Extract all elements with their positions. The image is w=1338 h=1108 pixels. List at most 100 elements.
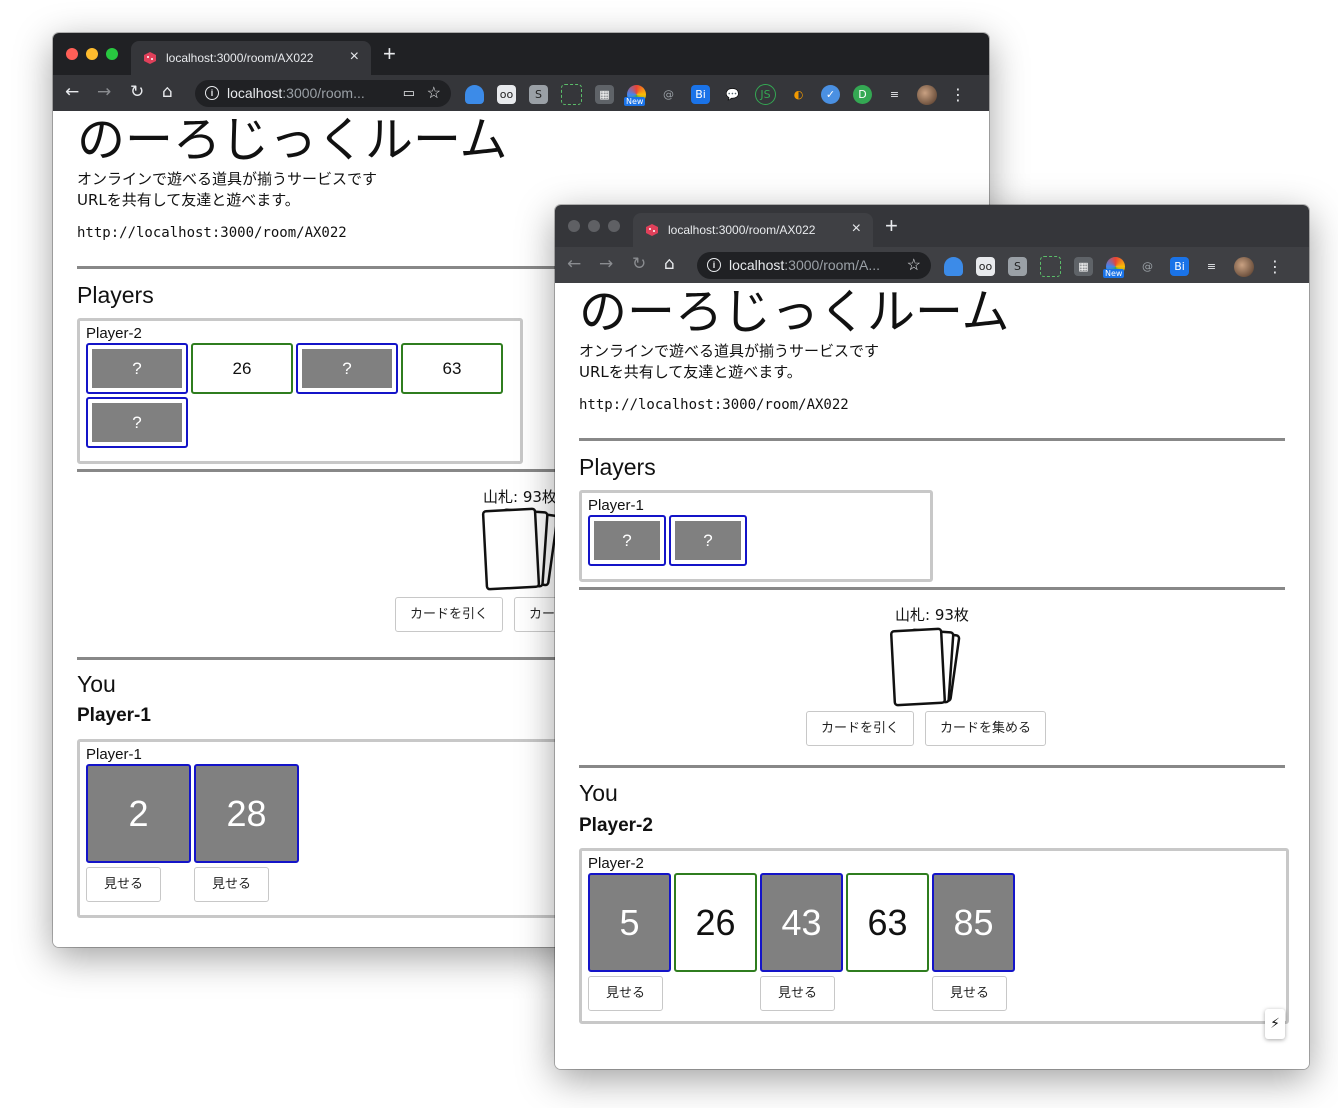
new-tab-button[interactable]: +	[885, 213, 898, 239]
address-bar[interactable]: i localhost:3000/room/A... ☆	[697, 252, 931, 279]
forward-icon[interactable]: →	[97, 82, 111, 102]
self-player-name: Player-2	[579, 815, 653, 836]
bi-extension-icon[interactable]: Bi	[1170, 257, 1189, 276]
card-value: 63	[407, 349, 497, 388]
at-extension-icon[interactable]: @	[659, 85, 678, 104]
player-name: Player-2	[86, 325, 142, 342]
self-hand-box: Player-2 5 見せる 26 43 見せる 63 85 見せる	[579, 848, 1289, 1024]
back-icon[interactable]: ←	[567, 254, 581, 274]
site-info-icon[interactable]: i	[205, 86, 219, 100]
gem-extension-icon[interactable]	[944, 257, 963, 276]
deck-icon[interactable]	[885, 627, 965, 709]
gem-extension-icon[interactable]	[465, 85, 484, 104]
dice-favicon-icon	[646, 224, 658, 236]
flame-extension-icon[interactable]: ◐	[789, 85, 808, 104]
minimize-window-button[interactable]	[588, 220, 600, 232]
playlist-icon[interactable]: ≡	[885, 85, 904, 104]
back-icon[interactable]: ←	[65, 82, 79, 102]
tab-title: localhost:3000/room/AX022	[166, 51, 314, 65]
minimize-window-button[interactable]	[86, 48, 98, 60]
zoom-window-button[interactable]	[608, 220, 620, 232]
draw-card-button[interactable]: カードを引く	[395, 597, 504, 632]
bookmark-star-icon[interactable]: ☆	[427, 83, 441, 103]
show-card-button[interactable]: 見せる	[760, 976, 835, 1011]
browser-window-player-2: localhost:3000/room/AX022 × + ← → ↻ ⌂ i …	[555, 205, 1309, 1069]
extensions-bar: oo S ▦ New @ Bi ≡ ⋮	[944, 256, 1283, 278]
self-cards: 5 見せる 26 43 見せる 63 85 見せる	[588, 873, 1280, 1011]
zoom-window-button[interactable]	[106, 48, 118, 60]
forward-icon[interactable]: →	[599, 254, 613, 274]
hidden-card: ?	[669, 515, 747, 566]
s-extension-icon[interactable]: S	[1008, 257, 1027, 276]
show-card-button[interactable]: 見せる	[86, 867, 161, 902]
browser-toolbar: ← → ↻ ⌂ i localhost:3000/room/A... ☆ oo …	[555, 247, 1309, 283]
divider	[579, 587, 1285, 590]
card-slot: 28 見せる	[194, 764, 299, 902]
divider	[579, 765, 1285, 768]
home-icon[interactable]: ⌂	[664, 254, 675, 274]
open-card: 26	[674, 873, 757, 972]
hand-label: Player-2	[588, 855, 644, 872]
card-value: ?	[92, 349, 182, 388]
site-info-icon[interactable]: i	[707, 258, 721, 272]
address-bar[interactable]: i localhost:3000/room... ▭ ☆	[195, 80, 451, 107]
browser-tab[interactable]: localhost:3000/room/AX022 ×	[633, 213, 873, 247]
show-card-button[interactable]: 見せる	[932, 976, 1007, 1011]
bi-extension-icon[interactable]: Bi	[691, 85, 710, 104]
hidden-card: ?	[86, 397, 188, 448]
chat-extension-icon[interactable]: 💬	[723, 85, 742, 104]
nodejs-extension-icon[interactable]: JS	[755, 84, 776, 105]
browser-menu-icon[interactable]: ⋮	[950, 85, 966, 104]
s-extension-icon[interactable]: S	[529, 85, 548, 104]
card-value: ?	[92, 403, 182, 442]
dev-indicator-bolt-icon[interactable]: ⚡	[1265, 1009, 1285, 1039]
qr-extension-icon[interactable]: ▦	[1074, 257, 1093, 276]
hidden-card: ?	[588, 515, 666, 566]
tab-close-icon[interactable]: ×	[350, 48, 359, 66]
open-card: 63	[846, 873, 929, 972]
bookmark-star-icon[interactable]: ☆	[907, 255, 921, 275]
self-cards: 2 見せる 28 見せる	[86, 764, 566, 902]
d-extension-icon[interactable]: D	[853, 85, 872, 104]
hidden-card: ?	[296, 343, 398, 394]
opponent-cards: ? 26? 63?	[86, 343, 514, 448]
collect-cards-button[interactable]: カードを集める	[925, 711, 1047, 746]
browser-menu-icon[interactable]: ⋮	[1267, 257, 1283, 276]
open-card: 63	[401, 343, 503, 394]
profile-avatar[interactable]	[1234, 256, 1254, 277]
room-url: http://localhost:3000/room/AX022	[579, 397, 849, 413]
playlist-icon[interactable]: ≡	[1202, 257, 1221, 276]
glasses-extension-icon[interactable]: oo	[497, 85, 516, 104]
at-extension-icon[interactable]: @	[1138, 257, 1157, 276]
reload-icon[interactable]: ↻	[632, 254, 646, 274]
show-card-button[interactable]: 見せる	[588, 976, 663, 1011]
reload-icon[interactable]: ↻	[130, 82, 144, 102]
card-value: ?	[302, 349, 392, 388]
show-card-button[interactable]: 見せる	[194, 867, 269, 902]
profile-avatar[interactable]	[917, 84, 937, 105]
card-value: ?	[594, 521, 660, 560]
cast-icon[interactable]: ▭	[403, 85, 415, 101]
screenshot-extension-icon[interactable]	[561, 84, 582, 105]
home-icon[interactable]: ⌂	[162, 82, 173, 102]
players-heading: Players	[579, 454, 656, 480]
glasses-extension-icon[interactable]: oo	[976, 257, 995, 276]
color-extension-icon[interactable]: New	[1103, 257, 1125, 278]
extensions-bar: oo S ▦ New @ Bi 💬 JS ◐ ✓ D ≡ ⋮	[465, 84, 966, 106]
screenshot-extension-icon[interactable]	[1040, 256, 1061, 277]
card-value: 26	[197, 349, 287, 388]
check-extension-icon[interactable]: ✓	[821, 85, 840, 104]
close-window-button[interactable]	[66, 48, 78, 60]
draw-card-button[interactable]: カードを引く	[806, 711, 915, 746]
close-window-button[interactable]	[568, 220, 580, 232]
self-player-name: Player-1	[77, 705, 151, 726]
card-slot: 26	[674, 873, 757, 1011]
color-extension-icon[interactable]: New	[624, 85, 646, 106]
app-title: のーろじっくルーム	[579, 284, 1010, 340]
deck-count: 山札: 93枚	[895, 606, 969, 624]
tab-close-icon[interactable]: ×	[852, 220, 861, 238]
deck-icon[interactable]	[479, 507, 559, 593]
browser-tab[interactable]: localhost:3000/room/AX022 ×	[131, 41, 371, 75]
new-tab-button[interactable]: +	[383, 41, 396, 67]
qr-extension-icon[interactable]: ▦	[595, 85, 614, 104]
